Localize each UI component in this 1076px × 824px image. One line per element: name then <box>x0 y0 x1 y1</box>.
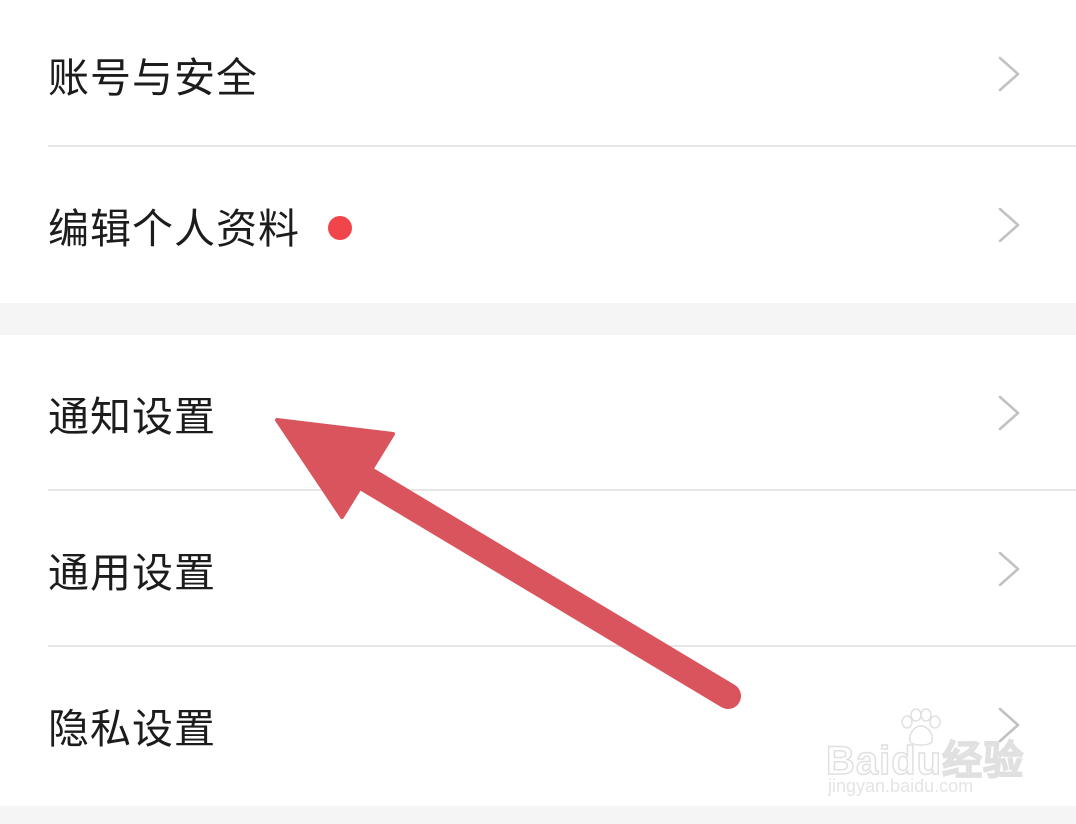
chevron-right-icon <box>998 551 1020 587</box>
red-dot-badge <box>328 216 352 240</box>
settings-item-notification[interactable]: 通知设置 <box>0 335 1076 491</box>
settings-item-label: 通用设置 <box>48 549 216 597</box>
chevron-right-icon <box>998 207 1020 243</box>
settings-item-label: 隐私设置 <box>48 705 216 753</box>
watermark-url: jingyan.baidu.com <box>828 776 974 796</box>
settings-item-account-security[interactable]: 账号与安全 <box>0 0 1076 147</box>
chevron-right-icon <box>998 395 1020 431</box>
settings-group-account: 账号与安全 编辑个人资料 <box>0 0 1076 303</box>
settings-item-label-wrap: 编辑个人资料 <box>48 195 352 255</box>
settings-item-edit-profile[interactable]: 编辑个人资料 <box>0 147 1076 303</box>
baidu-watermark: Baidu经验 jingyan.baidu.com <box>825 708 1026 804</box>
settings-item-label: 通知设置 <box>48 393 216 441</box>
settings-item-general[interactable]: 通用设置 <box>0 491 1076 647</box>
settings-item-label: 编辑个人资料 <box>48 205 300 253</box>
settings-item-label: 账号与安全 <box>48 53 258 102</box>
chevron-right-icon <box>998 56 1020 91</box>
